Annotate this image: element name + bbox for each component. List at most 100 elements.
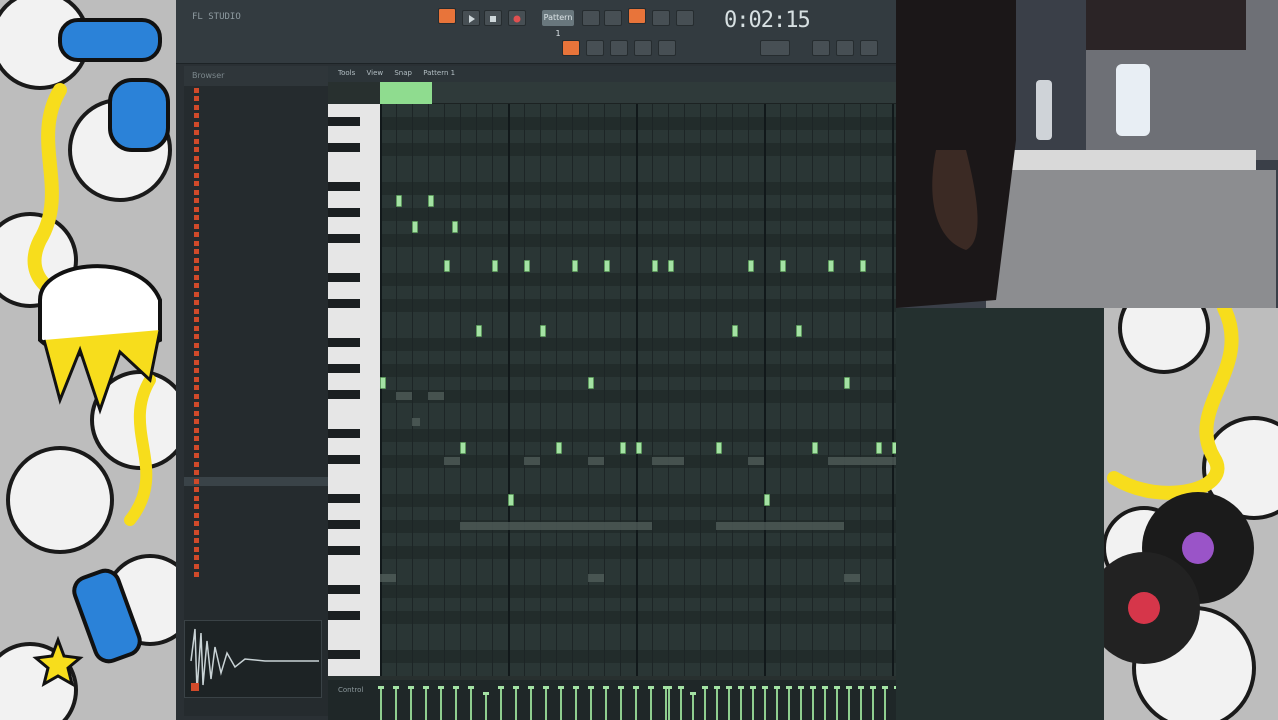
- browser-item[interactable]: [184, 231, 328, 240]
- browser-item[interactable]: [184, 358, 328, 367]
- note[interactable]: [508, 494, 514, 506]
- velocity-bar[interactable]: [648, 686, 654, 720]
- note[interactable]: [636, 442, 642, 454]
- browser-item[interactable]: [184, 214, 328, 223]
- velocity-bar[interactable]: [663, 686, 669, 720]
- velocity-bar[interactable]: [666, 686, 672, 720]
- velocity-bar[interactable]: [633, 686, 639, 720]
- velocity-bar[interactable]: [738, 686, 744, 720]
- velocity-bar[interactable]: [870, 686, 876, 720]
- browser-item[interactable]: [184, 205, 328, 214]
- loop-record-button[interactable]: [676, 10, 694, 26]
- menu-view[interactable]: View: [366, 69, 383, 77]
- note[interactable]: [492, 260, 498, 272]
- black-key[interactable]: [328, 182, 360, 191]
- note[interactable]: [796, 325, 802, 337]
- browser-item[interactable]: [184, 503, 328, 512]
- browser-item[interactable]: [184, 273, 328, 282]
- velocity-bar[interactable]: [750, 686, 756, 720]
- playlist-button[interactable]: [586, 40, 604, 56]
- browser-item[interactable]: [184, 435, 328, 444]
- velocity-bar[interactable]: [726, 686, 732, 720]
- master-volume[interactable]: [760, 40, 790, 56]
- browser-item[interactable]: [184, 477, 328, 486]
- browser-item[interactable]: [184, 222, 328, 231]
- velocity-bar[interactable]: [702, 686, 708, 720]
- browser-item[interactable]: [184, 333, 328, 342]
- browser-item[interactable]: [184, 282, 328, 291]
- velocity-bar[interactable]: [810, 686, 816, 720]
- velocity-bar[interactable]: [618, 686, 624, 720]
- velocity-bar[interactable]: [438, 686, 444, 720]
- timeline-ruler[interactable]: [380, 82, 896, 104]
- note[interactable]: [444, 260, 450, 272]
- browser-item[interactable]: [184, 571, 328, 580]
- velocity-bar[interactable]: [498, 686, 504, 720]
- velocity-bar[interactable]: [558, 686, 564, 720]
- velocity-bar[interactable]: [528, 686, 534, 720]
- browser-item[interactable]: [184, 307, 328, 316]
- metronome-button[interactable]: [582, 10, 600, 26]
- settings-button[interactable]: [860, 40, 878, 56]
- browser-item[interactable]: [184, 324, 328, 333]
- note[interactable]: [412, 221, 418, 233]
- velocity-bar[interactable]: [393, 686, 399, 720]
- browser-item[interactable]: [184, 392, 328, 401]
- black-key[interactable]: [328, 273, 360, 282]
- menu-snap[interactable]: Snap: [394, 69, 412, 77]
- velocity-bar[interactable]: [408, 686, 414, 720]
- step-edit-button[interactable]: [628, 8, 646, 24]
- browser-item[interactable]: [184, 290, 328, 299]
- note[interactable]: [396, 195, 402, 207]
- browser-item[interactable]: [184, 486, 328, 495]
- browser-item[interactable]: [184, 188, 328, 197]
- countdown-button[interactable]: [604, 10, 622, 26]
- browser-item[interactable]: [184, 367, 328, 376]
- velocity-bar[interactable]: [678, 686, 684, 720]
- record-button[interactable]: [508, 10, 526, 26]
- browser-item[interactable]: [184, 171, 328, 180]
- black-key[interactable]: [328, 299, 360, 308]
- browser-item[interactable]: [184, 197, 328, 206]
- black-key[interactable]: [328, 585, 360, 594]
- black-key[interactable]: [328, 650, 360, 659]
- blend-button[interactable]: [652, 10, 670, 26]
- browser-item[interactable]: [184, 103, 328, 112]
- note[interactable]: [764, 494, 770, 506]
- black-key[interactable]: [328, 455, 360, 464]
- note[interactable]: [828, 260, 834, 272]
- browser-item[interactable]: [184, 554, 328, 563]
- browser-item[interactable]: [184, 146, 328, 155]
- plugin-button[interactable]: [812, 40, 830, 56]
- note[interactable]: [876, 442, 882, 454]
- browser-item[interactable]: [184, 239, 328, 248]
- black-key[interactable]: [328, 338, 360, 347]
- browser-item[interactable]: [184, 545, 328, 554]
- note[interactable]: [844, 377, 850, 389]
- browser-item[interactable]: [184, 120, 328, 129]
- velocity-bar[interactable]: [882, 686, 888, 720]
- browser-item[interactable]: [184, 341, 328, 350]
- velocity-bar[interactable]: [513, 686, 519, 720]
- mixer-button[interactable]: [658, 40, 676, 56]
- note[interactable]: [380, 377, 386, 389]
- browser-item[interactable]: [184, 520, 328, 529]
- pattern-selector[interactable]: Pattern 1: [542, 10, 574, 38]
- stop-button[interactable]: [484, 10, 502, 26]
- velocity-bar[interactable]: [573, 686, 579, 720]
- play-button[interactable]: [462, 10, 480, 26]
- velocity-bar[interactable]: [798, 686, 804, 720]
- piano-keyboard[interactable]: [328, 104, 380, 676]
- browser-item[interactable]: [184, 409, 328, 418]
- note[interactable]: [668, 260, 674, 272]
- velocity-bar[interactable]: [483, 692, 489, 720]
- black-key[interactable]: [328, 143, 360, 152]
- black-key[interactable]: [328, 429, 360, 438]
- browser-item[interactable]: [184, 511, 328, 520]
- browser-item[interactable]: [184, 418, 328, 427]
- velocity-bar[interactable]: [468, 686, 474, 720]
- velocity-bar[interactable]: [834, 686, 840, 720]
- browser-item[interactable]: [184, 494, 328, 503]
- note[interactable]: [748, 260, 754, 272]
- note[interactable]: [652, 260, 658, 272]
